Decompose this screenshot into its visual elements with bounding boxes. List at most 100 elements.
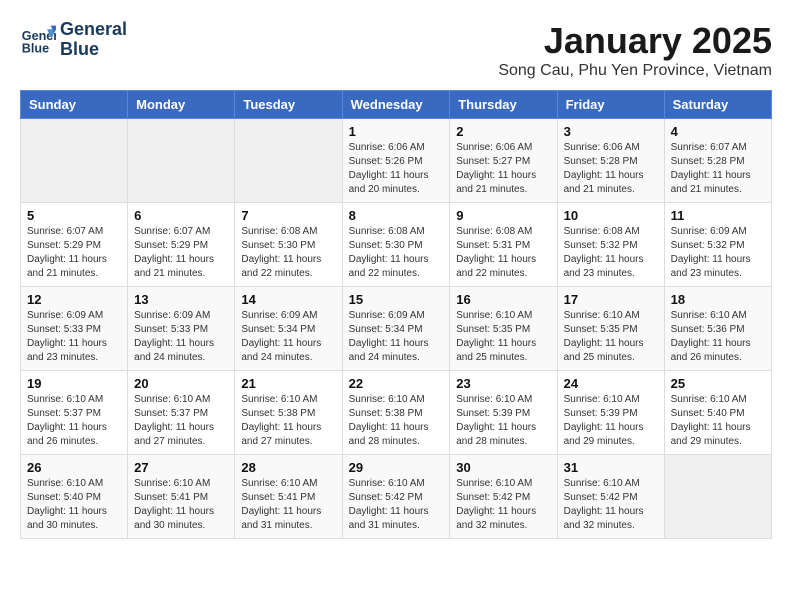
location-title: Song Cau, Phu Yen Province, Vietnam [498,62,772,80]
calendar-table: SundayMondayTuesdayWednesdayThursdayFrid… [20,90,772,539]
day-header-monday: Monday [128,91,235,119]
calendar-cell: 6 Sunrise: 6:07 AM Sunset: 5:29 PM Daylig… [128,203,235,287]
day-number: 19 [27,376,121,391]
calendar-cell: 27 Sunrise: 6:10 AM Sunset: 5:41 PM Dayli… [128,455,235,539]
day-info: Sunrise: 6:09 AM Sunset: 5:33 PM Dayligh… [27,309,121,365]
day-info: Sunrise: 6:10 AM Sunset: 5:35 PM Dayligh… [564,309,658,365]
day-number: 17 [564,292,658,307]
calendar-cell [235,119,342,203]
day-info: Sunrise: 6:10 AM Sunset: 5:40 PM Dayligh… [671,393,765,449]
day-number: 1 [349,124,444,139]
month-title: January 2025 [498,20,772,62]
day-number: 6 [134,208,228,223]
day-number: 25 [671,376,765,391]
day-number: 9 [456,208,550,223]
day-number: 7 [241,208,335,223]
day-header-sunday: Sunday [21,91,128,119]
day-info: Sunrise: 6:10 AM Sunset: 5:40 PM Dayligh… [27,477,121,533]
title-block: January 2025 Song Cau, Phu Yen Province,… [498,20,772,80]
day-number: 23 [456,376,550,391]
calendar-cell: 10 Sunrise: 6:08 AM Sunset: 5:32 PM Dayli… [557,203,664,287]
calendar-cell: 18 Sunrise: 6:10 AM Sunset: 5:36 PM Dayli… [664,287,771,371]
day-info: Sunrise: 6:10 AM Sunset: 5:37 PM Dayligh… [27,393,121,449]
day-number: 8 [349,208,444,223]
day-number: 31 [564,460,658,475]
day-number: 11 [671,208,765,223]
day-info: Sunrise: 6:10 AM Sunset: 5:42 PM Dayligh… [349,477,444,533]
calendar-cell: 19 Sunrise: 6:10 AM Sunset: 5:37 PM Dayli… [21,371,128,455]
calendar-cell: 22 Sunrise: 6:10 AM Sunset: 5:38 PM Dayli… [342,371,450,455]
day-header-tuesday: Tuesday [235,91,342,119]
day-number: 20 [134,376,228,391]
day-number: 24 [564,376,658,391]
day-number: 4 [671,124,765,139]
calendar-header-row: SundayMondayTuesdayWednesdayThursdayFrid… [21,91,772,119]
calendar-week-row: 19 Sunrise: 6:10 AM Sunset: 5:37 PM Dayli… [21,371,772,455]
calendar-cell: 15 Sunrise: 6:09 AM Sunset: 5:34 PM Dayli… [342,287,450,371]
day-info: Sunrise: 6:08 AM Sunset: 5:30 PM Dayligh… [241,225,335,281]
page-header: General Blue General Blue January 2025 S… [20,20,772,80]
calendar-cell: 11Sunrise: 6:09 AM Sunset: 5:32 PM Dayli… [664,203,771,287]
calendar-cell: 23 Sunrise: 6:10 AM Sunset: 5:39 PM Dayli… [450,371,557,455]
calendar-cell: 16 Sunrise: 6:10 AM Sunset: 5:35 PM Dayli… [450,287,557,371]
calendar-cell: 2 Sunrise: 6:06 AM Sunset: 5:27 PM Daylig… [450,119,557,203]
day-info: Sunrise: 6:06 AM Sunset: 5:28 PM Dayligh… [564,141,658,197]
day-number: 16 [456,292,550,307]
day-info: Sunrise: 6:08 AM Sunset: 5:31 PM Dayligh… [456,225,550,281]
day-info: Sunrise: 6:10 AM Sunset: 5:41 PM Dayligh… [134,477,228,533]
svg-text:Blue: Blue [22,41,49,55]
day-number: 18 [671,292,765,307]
calendar-week-row: 26Sunrise: 6:10 AM Sunset: 5:40 PM Dayli… [21,455,772,539]
day-number: 22 [349,376,444,391]
day-info: Sunrise: 6:10 AM Sunset: 5:42 PM Dayligh… [456,477,550,533]
calendar-cell: 7 Sunrise: 6:08 AM Sunset: 5:30 PM Daylig… [235,203,342,287]
day-info: Sunrise: 6:08 AM Sunset: 5:30 PM Dayligh… [349,225,444,281]
day-info: Sunrise: 6:10 AM Sunset: 5:37 PM Dayligh… [134,393,228,449]
day-info: Sunrise: 6:07 AM Sunset: 5:29 PM Dayligh… [134,225,228,281]
calendar-cell: 13Sunrise: 6:09 AM Sunset: 5:33 PM Dayli… [128,287,235,371]
day-info: Sunrise: 6:10 AM Sunset: 5:35 PM Dayligh… [456,309,550,365]
day-info: Sunrise: 6:09 AM Sunset: 5:34 PM Dayligh… [241,309,335,365]
day-info: Sunrise: 6:10 AM Sunset: 5:41 PM Dayligh… [241,477,335,533]
day-header-saturday: Saturday [664,91,771,119]
day-number: 30 [456,460,550,475]
day-number: 10 [564,208,658,223]
calendar-cell: 30 Sunrise: 6:10 AM Sunset: 5:42 PM Dayli… [450,455,557,539]
day-number: 5 [27,208,121,223]
calendar-cell [21,119,128,203]
day-number: 29 [349,460,444,475]
day-number: 21 [241,376,335,391]
day-info: Sunrise: 6:10 AM Sunset: 5:39 PM Dayligh… [564,393,658,449]
logo-text: General Blue [60,20,127,60]
day-header-wednesday: Wednesday [342,91,450,119]
calendar-cell: 5 Sunrise: 6:07 AM Sunset: 5:29 PM Daylig… [21,203,128,287]
day-info: Sunrise: 6:06 AM Sunset: 5:26 PM Dayligh… [349,141,444,197]
day-number: 13 [134,292,228,307]
day-number: 2 [456,124,550,139]
day-info: Sunrise: 6:10 AM Sunset: 5:38 PM Dayligh… [241,393,335,449]
calendar-cell [128,119,235,203]
calendar-cell: 8 Sunrise: 6:08 AM Sunset: 5:30 PM Daylig… [342,203,450,287]
day-number: 28 [241,460,335,475]
calendar-cell: 12Sunrise: 6:09 AM Sunset: 5:33 PM Dayli… [21,287,128,371]
day-info: Sunrise: 6:08 AM Sunset: 5:32 PM Dayligh… [564,225,658,281]
day-number: 15 [349,292,444,307]
calendar-cell: 1 Sunrise: 6:06 AM Sunset: 5:26 PM Daylig… [342,119,450,203]
day-number: 14 [241,292,335,307]
day-info: Sunrise: 6:06 AM Sunset: 5:27 PM Dayligh… [456,141,550,197]
day-info: Sunrise: 6:10 AM Sunset: 5:39 PM Dayligh… [456,393,550,449]
day-info: Sunrise: 6:07 AM Sunset: 5:29 PM Dayligh… [27,225,121,281]
logo-icon: General Blue [20,22,56,58]
day-info: Sunrise: 6:07 AM Sunset: 5:28 PM Dayligh… [671,141,765,197]
day-info: Sunrise: 6:09 AM Sunset: 5:34 PM Dayligh… [349,309,444,365]
day-info: Sunrise: 6:10 AM Sunset: 5:36 PM Dayligh… [671,309,765,365]
calendar-cell: 14 Sunrise: 6:09 AM Sunset: 5:34 PM Dayli… [235,287,342,371]
day-info: Sunrise: 6:10 AM Sunset: 5:38 PM Dayligh… [349,393,444,449]
calendar-cell: 25 Sunrise: 6:10 AM Sunset: 5:40 PM Dayli… [664,371,771,455]
calendar-week-row: 5 Sunrise: 6:07 AM Sunset: 5:29 PM Daylig… [21,203,772,287]
day-number: 27 [134,460,228,475]
calendar-cell: 31Sunrise: 6:10 AM Sunset: 5:42 PM Dayli… [557,455,664,539]
calendar-cell: 29 Sunrise: 6:10 AM Sunset: 5:42 PM Dayli… [342,455,450,539]
day-header-thursday: Thursday [450,91,557,119]
calendar-cell: 28 Sunrise: 6:10 AM Sunset: 5:41 PM Dayli… [235,455,342,539]
